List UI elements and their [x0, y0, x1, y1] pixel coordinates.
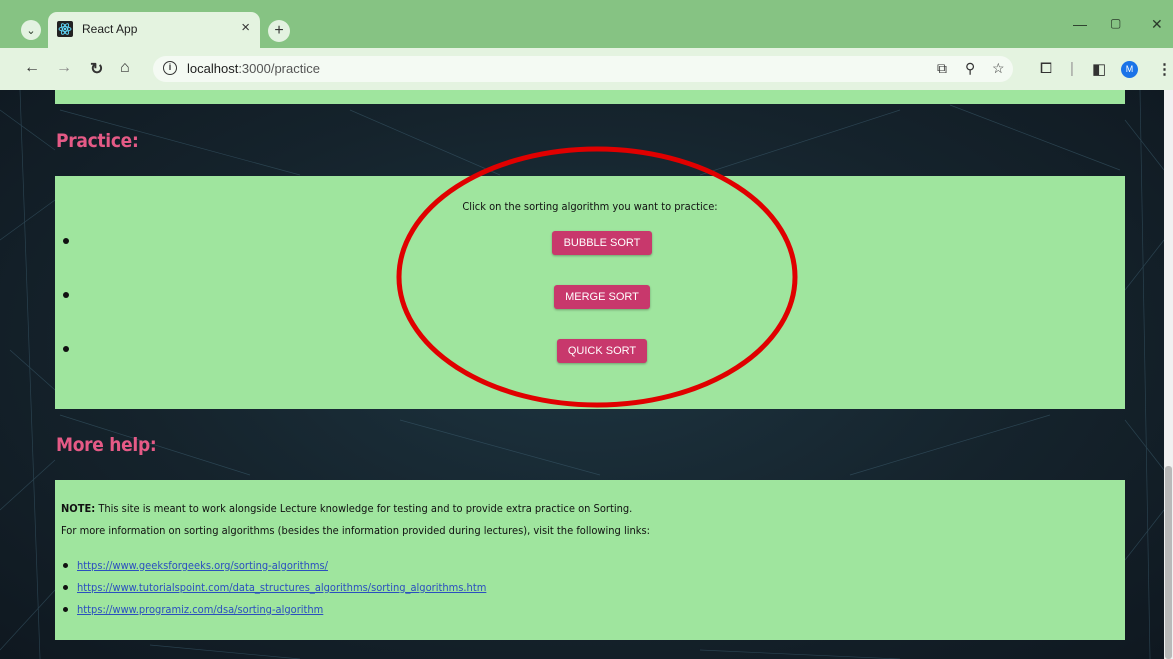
page-viewport: Practice: Click on the sorting algorithm… [0, 90, 1164, 659]
bookmark-star-icon[interactable]: ☆ [992, 60, 1005, 77]
extensions-icon[interactable]: ⧠ [1040, 60, 1052, 77]
close-window-icon[interactable]: ✕ [1151, 16, 1163, 33]
forward-icon[interactable]: → [56, 59, 72, 77]
programiz-link[interactable]: https://www.programiz.com/dsa/sorting-al… [77, 603, 323, 616]
tutorialspoint-link[interactable]: https://www.tutorialspoint.com/data_stru… [77, 581, 486, 594]
menu-icon[interactable]: ⋮ [1157, 60, 1172, 78]
react-favicon-icon [57, 21, 73, 37]
scrollbar-thumb[interactable] [1165, 466, 1172, 659]
restore-icon[interactable]: ▢ [1110, 16, 1121, 30]
minimize-icon[interactable]: — [1073, 16, 1087, 32]
profile-avatar[interactable]: M [1121, 61, 1138, 78]
url-text[interactable]: localhost:3000/practice [187, 61, 320, 76]
toolbar-divider: | [1070, 60, 1074, 77]
back-icon[interactable]: ← [24, 59, 40, 77]
browser-toolbar: ← → ↻ ⌂ i localhost:3000/practice ⧉ ⚲ ☆ … [0, 48, 1173, 90]
more-help-heading: More help: [56, 434, 157, 456]
open-in-app-icon[interactable]: ⧉ [937, 60, 947, 77]
zoom-icon[interactable]: ⚲ [965, 60, 975, 77]
page-scrollbar[interactable] [1164, 90, 1173, 659]
tab-title: React App [82, 22, 138, 36]
address-bar[interactable]: i localhost:3000/practice ⧉ ⚲ ☆ [153, 56, 1013, 82]
list-bullet [63, 585, 68, 590]
geeksforgeeks-link[interactable]: https://www.geeksforgeeks.org/sorting-al… [77, 559, 328, 572]
site-info-icon[interactable]: i [163, 61, 177, 75]
list-bullet [63, 607, 68, 612]
new-tab-button[interactable]: + [268, 20, 290, 42]
tab-search-icon[interactable]: ⌄ [21, 20, 41, 40]
reload-icon[interactable]: ↻ [90, 59, 103, 79]
note-text: NOTE: This site is meant to work alongsi… [61, 502, 633, 515]
tab-close-icon[interactable]: × [241, 19, 250, 36]
home-icon[interactable]: ⌂ [120, 59, 130, 77]
help-panel: NOTE: This site is meant to work alongsi… [55, 480, 1125, 640]
list-bullet [63, 563, 68, 568]
tab-strip: ⌄ React App × + — ▢ ✕ [0, 0, 1173, 48]
info-text: For more information on sorting algorith… [61, 524, 650, 537]
browser-tab[interactable]: React App × [48, 12, 260, 48]
side-panel-icon[interactable]: ◧ [1092, 60, 1106, 78]
